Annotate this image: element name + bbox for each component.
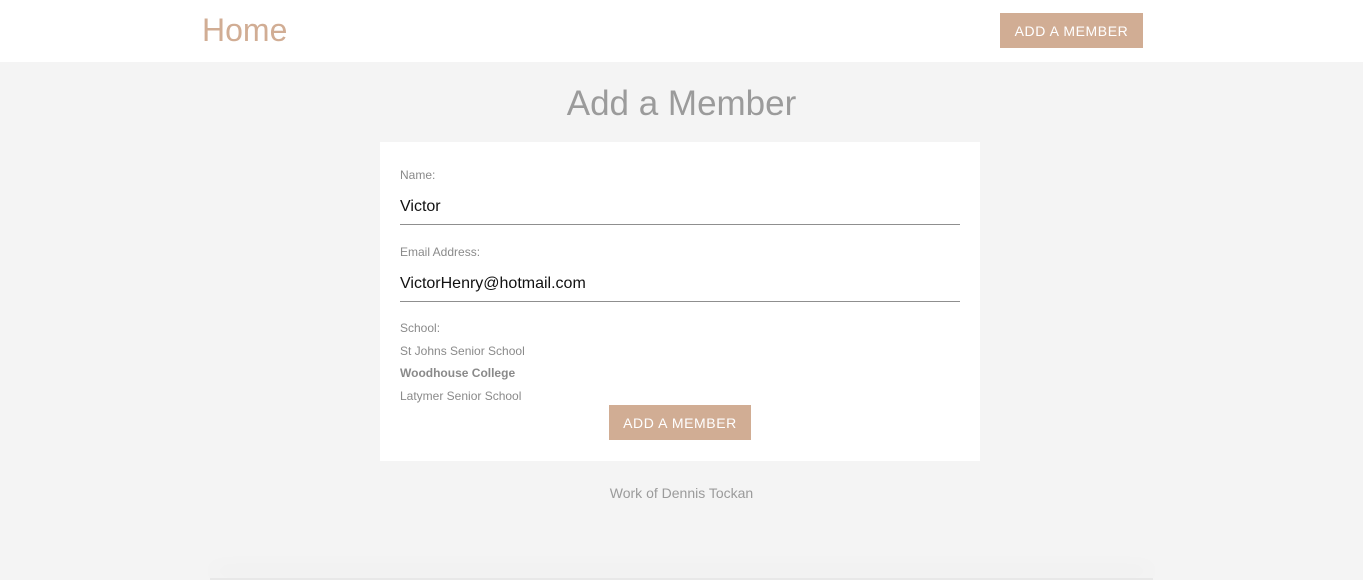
school-option-woodhouse[interactable]: Woodhouse College [400,365,515,381]
add-member-form: Name: Email Address: School: St Johns Se… [380,142,980,461]
email-input[interactable] [400,267,960,302]
school-option-latymer[interactable]: Latymer Senior School [400,388,521,404]
name-label: Name: [400,168,436,182]
nav-add-member-button[interactable]: ADD A MEMBER [1000,13,1143,48]
submit-add-member-button[interactable]: ADD A MEMBER [609,405,751,440]
footer-credit: Work of Dennis Tockan [609,485,754,501]
navbar: Home ADD A MEMBER [0,0,1363,62]
school-label: School: [400,321,441,335]
name-input[interactable] [400,190,960,225]
email-label: Email Address: [400,245,481,259]
home-link[interactable]: Home [202,10,287,50]
school-option-st-johns[interactable]: St Johns Senior School [400,343,525,359]
page-title: Add a Member [566,84,797,123]
